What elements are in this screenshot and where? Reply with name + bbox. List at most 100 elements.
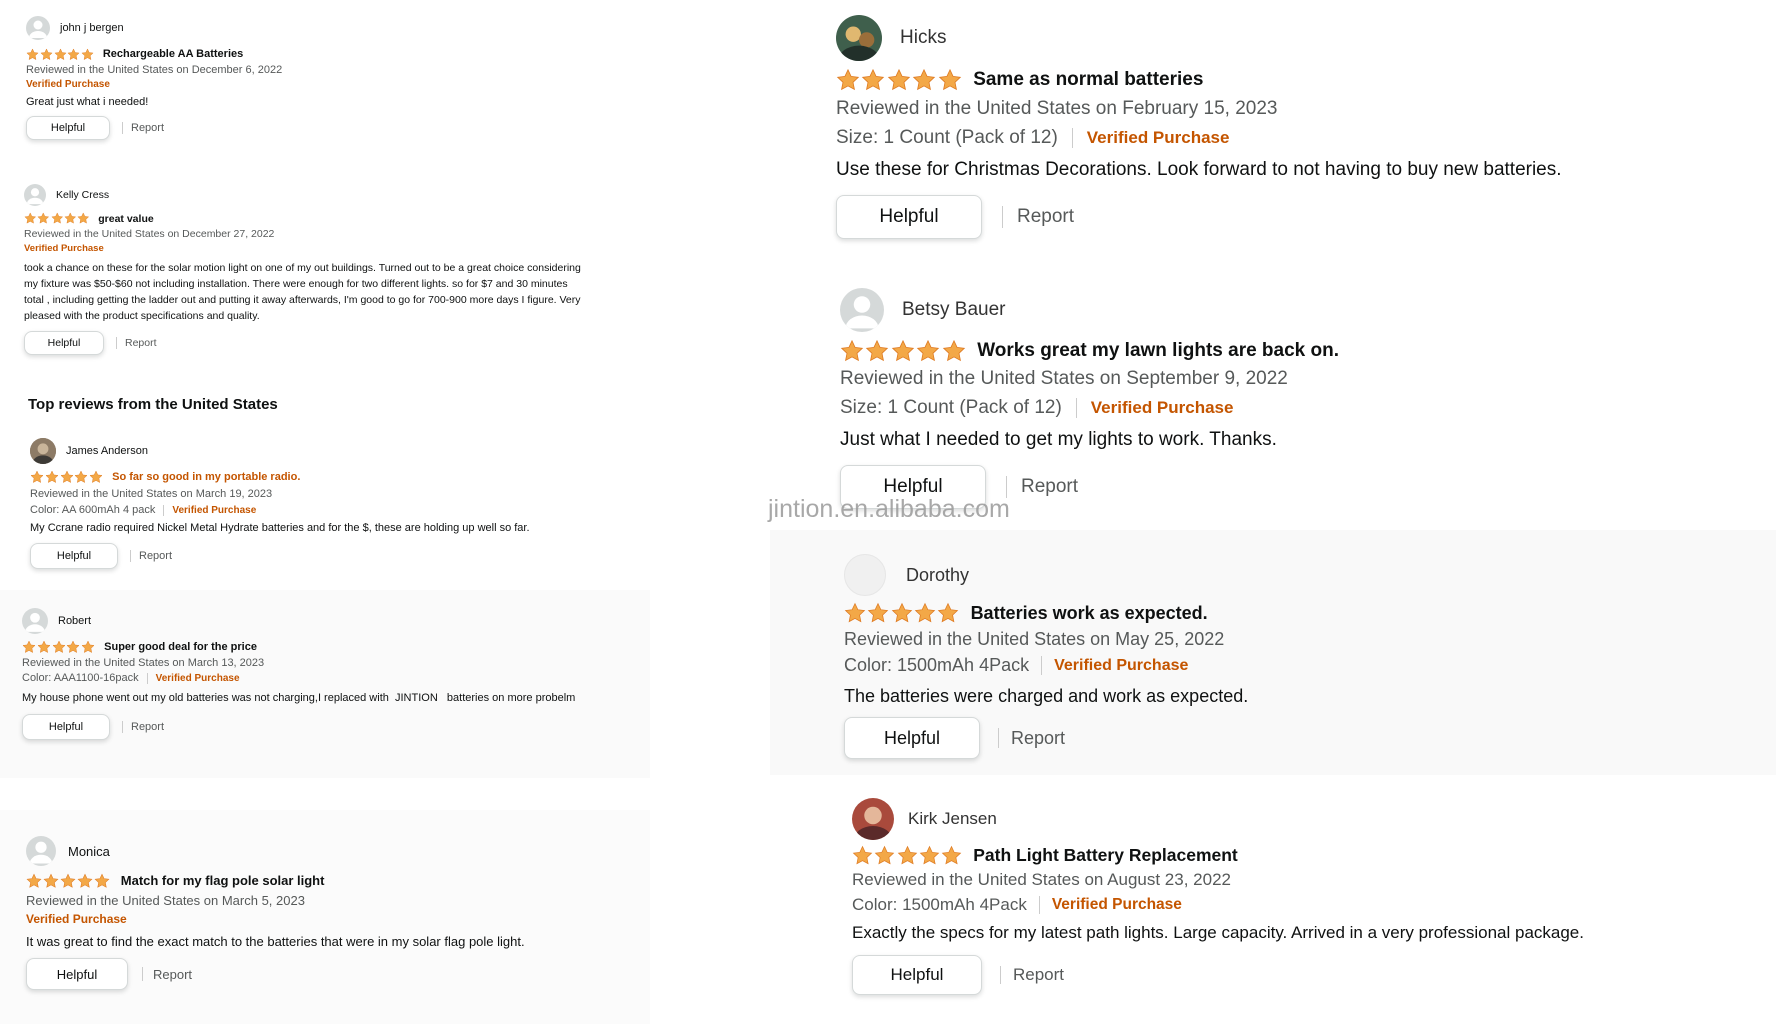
star-icon (26, 47, 39, 60)
review-card: john j bergen Rechargeable AA Batteries … (26, 16, 626, 140)
photo-avatar (30, 438, 56, 464)
divider (122, 122, 123, 134)
star-rating[interactable] (840, 339, 967, 363)
blank-avatar (844, 554, 886, 596)
star-icon (37, 640, 51, 653)
variant-label[interactable]: Color: AA 600mAh 4 pack (30, 504, 155, 516)
star-icon (43, 873, 59, 888)
variant-label[interactable]: Size: 1 Count (Pack of 12) (840, 397, 1062, 419)
helpful-button[interactable]: Helpful (26, 116, 110, 140)
star-icon (24, 212, 37, 224)
variant-label[interactable]: Size: 1 Count (Pack of 12) (836, 127, 1058, 149)
report-link[interactable]: Report (1013, 965, 1064, 985)
helpful-button[interactable]: Helpful (844, 717, 980, 759)
report-link[interactable]: Report (131, 122, 164, 134)
review-title[interactable]: Path Light Battery Replacement (973, 845, 1238, 866)
review-title[interactable]: So far so good in my portable radio. (112, 471, 300, 483)
star-rating[interactable] (836, 68, 963, 92)
divider (1041, 656, 1043, 675)
verified-purchase-badge: Verified Purchase (26, 912, 127, 926)
verified-purchase-badge: Verified Purchase (172, 504, 257, 516)
star-icon (891, 339, 915, 362)
divider (130, 550, 131, 562)
verified-purchase-badge: Verified Purchase (1086, 128, 1230, 147)
review-title[interactable]: Batteries work as expected. (971, 603, 1208, 624)
report-link[interactable]: Report (125, 337, 157, 349)
star-rating[interactable] (22, 640, 96, 654)
divider (1002, 206, 1003, 228)
default-user-icon (24, 184, 46, 206)
report-link[interactable]: Report (1021, 476, 1078, 498)
star-icon (30, 470, 44, 483)
review-body: Use these for Christmas Decorations. Loo… (836, 159, 1562, 180)
divider (142, 967, 143, 981)
reviewer-name[interactable]: john j bergen (60, 22, 124, 34)
helpful-button[interactable]: Helpful (22, 714, 110, 740)
divider (998, 728, 999, 748)
star-rating[interactable] (26, 47, 95, 61)
review-card: Kelly Cress great value Reviewed in the … (24, 184, 604, 355)
report-link[interactable]: Report (1011, 728, 1065, 749)
star-icon (81, 47, 94, 60)
review-title[interactable]: Rechargeable AA Batteries (103, 48, 243, 60)
star-icon (937, 602, 959, 623)
star-rating[interactable] (24, 212, 90, 225)
star-icon (64, 212, 76, 224)
divider (1075, 398, 1077, 418)
star-icon (938, 68, 961, 91)
reviewer-name[interactable]: Dorothy (906, 565, 969, 586)
review-card: Hicks Same as normal batteries Reviewed … (836, 15, 1756, 239)
reviewer-name[interactable]: Hicks (900, 27, 946, 49)
reviewer-name[interactable]: Robert (58, 615, 91, 627)
star-rating[interactable] (852, 845, 963, 866)
star-rating[interactable] (26, 873, 111, 889)
helpful-button[interactable]: Helpful (30, 543, 118, 569)
variant-label[interactable]: Color: 1500mAh 4Pack (852, 895, 1027, 915)
default-user-icon (26, 16, 50, 40)
divider (1071, 128, 1073, 148)
photo-avatar (836, 15, 882, 61)
star-icon (94, 873, 110, 888)
reviewer-name[interactable]: Monica (68, 844, 110, 859)
star-rating[interactable] (844, 602, 961, 624)
helpful-button[interactable]: Helpful (852, 955, 982, 995)
review-date: Reviewed in the United States on August … (852, 870, 1231, 889)
report-link[interactable]: Report (139, 550, 172, 562)
helpful-button[interactable]: Helpful (836, 195, 982, 239)
verified-purchase-badge: Verified Purchase (1090, 398, 1234, 417)
review-date: Reviewed in the United States on Septemb… (840, 368, 1288, 389)
review-card: Dorothy Batteries work as expected. Revi… (844, 554, 1744, 759)
reviewer-name[interactable]: James Anderson (66, 445, 148, 457)
review-title[interactable]: Match for my flag pole solar light (121, 873, 325, 888)
reviewer-name[interactable]: Kelly Cress (56, 189, 109, 201)
reviewer-name[interactable]: Betsy Bauer (902, 299, 1006, 321)
star-icon (66, 640, 81, 653)
review-body: My Ccrane radio required Nickel Metal Hy… (30, 522, 530, 534)
star-icon (891, 602, 912, 623)
report-link[interactable]: Report (1017, 206, 1074, 228)
default-user-icon (840, 288, 884, 332)
review-title[interactable]: Works great my lawn lights are back on. (977, 340, 1339, 362)
star-icon (60, 470, 74, 483)
variant-label[interactable]: Color: AAA1100-16pack (22, 672, 139, 684)
review-title[interactable]: Same as normal batteries (973, 69, 1203, 91)
review-card: Betsy Bauer Works great my lawn lights a… (840, 288, 1760, 509)
star-rating[interactable] (30, 470, 104, 484)
watermark-text: jintion.en.alibaba.com (768, 495, 1010, 523)
star-icon (836, 68, 860, 91)
variant-label[interactable]: Color: 1500mAh 4Pack (844, 655, 1029, 676)
star-icon (60, 873, 76, 888)
star-icon (919, 845, 940, 864)
star-icon (840, 339, 864, 362)
report-link[interactable]: Report (153, 967, 192, 982)
report-link[interactable]: Report (131, 721, 164, 733)
divider (163, 504, 165, 516)
helpful-button[interactable]: Helpful (26, 958, 128, 990)
review-date: Reviewed in the United States on Februar… (836, 98, 1278, 119)
reviewer-name[interactable]: Kirk Jensen (908, 809, 997, 829)
review-title[interactable]: Super good deal for the price (104, 641, 257, 653)
helpful-button[interactable]: Helpful (24, 331, 104, 355)
review-title[interactable]: great value (98, 213, 153, 225)
star-icon (914, 602, 936, 623)
star-icon (77, 873, 93, 888)
